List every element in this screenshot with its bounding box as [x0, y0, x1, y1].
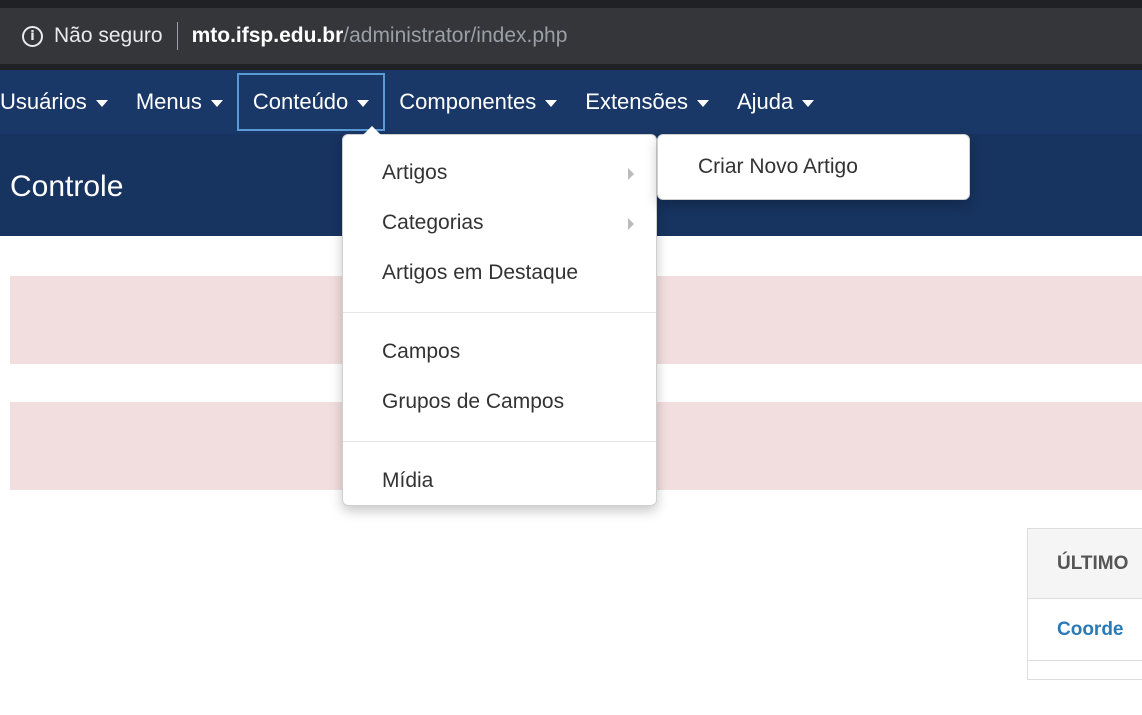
page-title: Controle	[10, 170, 124, 203]
submenu-criar-novo-artigo[interactable]: Criar Novo Artigo	[657, 134, 970, 200]
nav-item-label: Usuários	[0, 89, 87, 114]
menu-divider	[343, 312, 656, 313]
nav-item-label: Extensões	[585, 89, 688, 114]
url-host[interactable]: mto.ifsp.edu.br	[192, 24, 344, 48]
menu-item-label: Categorias	[382, 211, 484, 234]
caret-down-icon	[697, 100, 709, 107]
info-icon[interactable]: i	[22, 25, 43, 47]
dropdown-pointer	[363, 126, 381, 135]
nav-item-ajuda[interactable]: Ajuda	[723, 73, 828, 131]
caret-down-icon	[357, 100, 370, 107]
menu-item-label: Campos	[382, 340, 461, 363]
menu-item-label: Artigos em Destaque	[382, 261, 579, 284]
nav-item-extensoes[interactable]: Extensões	[571, 73, 723, 131]
submenu-item-label: Criar Novo Artigo	[698, 155, 858, 178]
url-path[interactable]: /administrator/index.php	[343, 24, 567, 48]
menu-item-label: Mídia	[382, 469, 434, 492]
caret-down-icon	[95, 100, 108, 107]
nav-item-conteudo[interactable]: Conteúdo	[236, 73, 386, 131]
omnibox[interactable]: i Não seguro mto.ifsp.edu.br/administrat…	[0, 8, 1142, 64]
latest-items-panel: ÚLTIMO Coorde	[1027, 528, 1142, 680]
nav-item-menus[interactable]: Menus	[122, 73, 237, 131]
menu-divider	[343, 441, 656, 442]
panel-link[interactable]: Coorde	[1028, 599, 1142, 661]
caret-down-icon	[802, 100, 815, 107]
chevron-right-icon	[628, 168, 634, 180]
nav-item-label: Conteúdo	[252, 89, 349, 114]
nav-item-label: Componentes	[399, 89, 537, 114]
address-separator	[176, 22, 178, 50]
menu-item-artigos-em-destaque[interactable]: Artigos em Destaque	[343, 248, 656, 298]
content-dropdown-menu: Artigos Categorias Artigos em Destaque C…	[342, 126, 657, 506]
menu-item-label: Grupos de Campos	[382, 390, 565, 413]
menu-item-artigos[interactable]: Artigos	[343, 148, 656, 198]
caret-down-icon	[545, 100, 558, 107]
menu-item-label: Artigos	[382, 161, 448, 184]
nav-item-label: Menus	[135, 89, 202, 114]
menu-item-grupos-de-campos[interactable]: Grupos de Campos	[343, 377, 656, 427]
nav-item-label: Ajuda	[737, 89, 794, 114]
menu-item-campos[interactable]: Campos	[343, 327, 656, 377]
security-label[interactable]: Não seguro	[54, 24, 163, 48]
menu-item-midia[interactable]: Mídia	[343, 456, 656, 506]
nav-item-usuarios[interactable]: Usuários	[0, 73, 122, 131]
admin-navbar: Usuários Menus Conteúdo Componentes Exte…	[0, 70, 1142, 134]
caret-down-icon	[210, 100, 223, 107]
menu-item-categorias[interactable]: Categorias	[343, 198, 656, 248]
chevron-right-icon	[628, 218, 634, 230]
browser-address-bar: i Não seguro mto.ifsp.edu.br/administrat…	[0, 0, 1142, 70]
panel-heading: ÚLTIMO	[1028, 529, 1142, 599]
nav-item-componentes[interactable]: Componentes	[385, 73, 571, 131]
